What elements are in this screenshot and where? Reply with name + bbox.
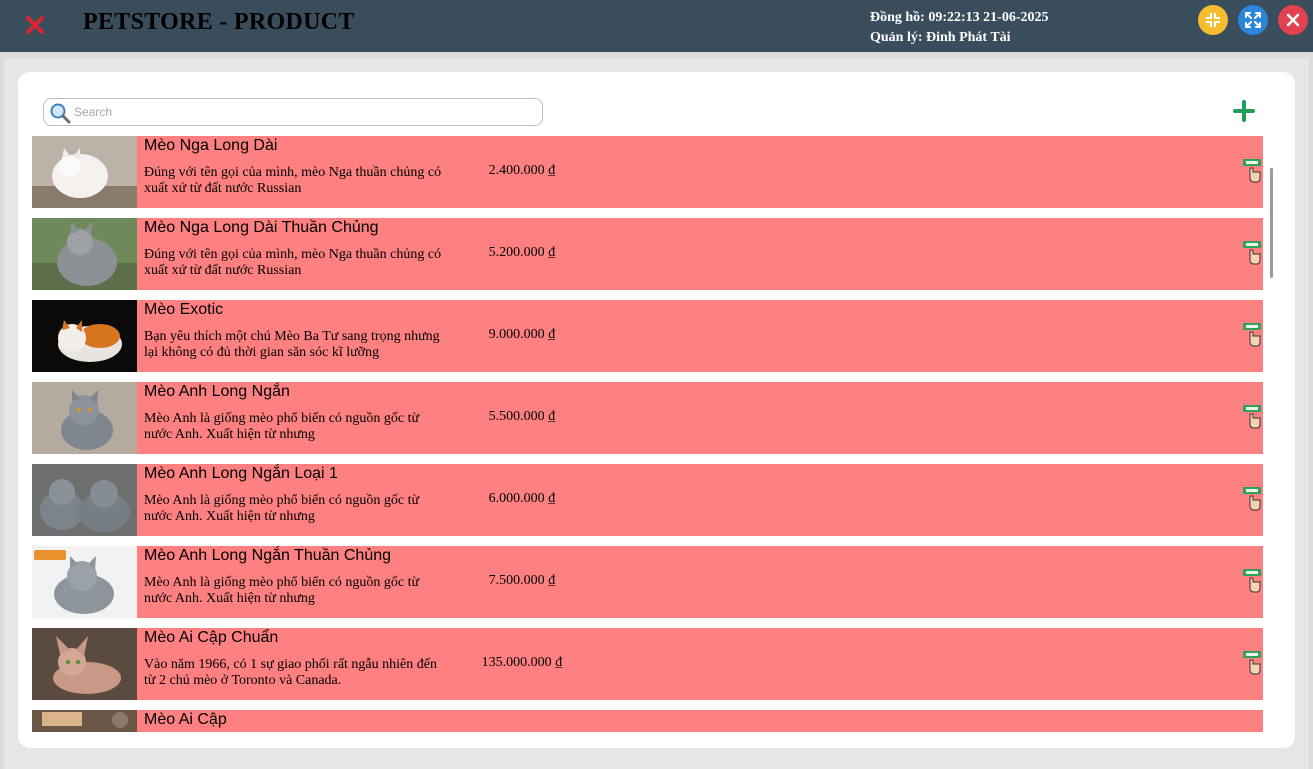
- list-scrollbar[interactable]: [1270, 168, 1273, 278]
- product-name: Mèo Anh Long Ngắn Loại 1: [144, 465, 338, 482]
- product-name: Mèo Anh Long Ngắn: [144, 383, 290, 400]
- product-description: Đúng với tên gọi của mình, mèo Nga thuần…: [144, 247, 442, 278]
- product-description: Mèo Anh là giống mèo phổ biến có nguồn g…: [144, 411, 420, 442]
- clock-panel: Đồng hồ: 09:22:13 21-06-2025 Quản lý: Đi…: [870, 8, 1049, 48]
- product-price: 5.200.000 ₫: [488, 245, 556, 260]
- add-product-button[interactable]: [1233, 100, 1255, 122]
- title-bar: PETSTORE - PRODUCT Đồng hồ: 09:22:13 21-…: [0, 0, 1313, 52]
- product-thumbnail: [32, 628, 137, 700]
- product-thumbnail: [32, 464, 137, 536]
- window-close-button[interactable]: [1278, 5, 1308, 35]
- clock-label: Đồng hồ:: [870, 10, 925, 25]
- search-icon: [50, 103, 71, 124]
- search-input[interactable]: [74, 102, 534, 122]
- manager-line: Quản lý: Đinh Phát Tài: [870, 28, 1049, 48]
- search-box[interactable]: [43, 98, 543, 126]
- product-row[interactable]: Mèo Exotic Bạn yêu thích một chú Mèo Ba …: [32, 300, 1263, 372]
- clock-line: Đồng hồ: 09:22:13 21-06-2025: [870, 8, 1049, 28]
- product-name: Mèo Anh Long Ngắn Thuần Chủng: [144, 547, 392, 564]
- product-description: Đúng với tên gọi của mình, mèo Nga thuần…: [144, 165, 442, 196]
- product-description: Mèo Anh là giống mèo phổ biến có nguồn g…: [144, 493, 420, 524]
- product-price: 6.000.000 ₫: [488, 491, 556, 506]
- manager-label: Quản lý:: [870, 30, 923, 45]
- maximize-button[interactable]: [1238, 5, 1268, 35]
- minimize-icon: [1206, 13, 1220, 27]
- sell-hand-icon[interactable]: [1242, 568, 1262, 594]
- product-row[interactable]: Mèo Ai Cập: [32, 710, 1263, 732]
- product-price: 9.000.000 ₫: [488, 327, 556, 342]
- product-price: 135.000.000 ₫: [481, 655, 563, 670]
- product-row[interactable]: Mèo Nga Long Dài Đúng với tên gọi của mì…: [32, 136, 1263, 208]
- sell-hand-icon[interactable]: [1242, 650, 1262, 676]
- product-row[interactable]: Mèo Nga Long Dài Thuần Chủng Đúng với tê…: [32, 218, 1263, 290]
- product-thumbnail: [32, 710, 137, 732]
- product-name: Mèo Nga Long Dài: [144, 137, 278, 154]
- product-price: 2.400.000 ₫: [488, 163, 556, 178]
- product-description: Vào năm 1966, có 1 sự giao phối rất ngẫu…: [144, 657, 437, 688]
- sell-hand-icon[interactable]: [1242, 322, 1262, 348]
- product-thumbnail: [32, 300, 137, 372]
- sell-hand-icon[interactable]: [1242, 158, 1262, 184]
- minimize-button[interactable]: [1198, 5, 1228, 35]
- product-price: 7.500.000 ₫: [488, 573, 556, 588]
- maximize-icon: [1245, 12, 1261, 28]
- product-list: Mèo Nga Long Dài Đúng với tên gọi của mì…: [32, 136, 1263, 732]
- product-thumbnail: [32, 218, 137, 290]
- app-title: PETSTORE - PRODUCT: [83, 9, 355, 35]
- product-price: 5.500.000 ₫: [488, 409, 556, 424]
- product-description: Mèo Anh là giống mèo phổ biến có nguồn g…: [144, 575, 420, 606]
- close-x-icon[interactable]: [22, 12, 48, 38]
- product-row[interactable]: Mèo Anh Long Ngắn Mèo Anh là giống mèo p…: [32, 382, 1263, 454]
- product-name: Mèo Nga Long Dài Thuần Chủng: [144, 219, 379, 236]
- product-thumbnail: [32, 546, 137, 618]
- product-row[interactable]: Mèo Anh Long Ngắn Thuần Chủng Mèo Anh là…: [32, 546, 1263, 618]
- sell-hand-icon[interactable]: [1242, 486, 1262, 512]
- manager-value: Đinh Phát Tài: [926, 30, 1011, 45]
- window-close-icon: [1286, 13, 1300, 27]
- product-row[interactable]: Mèo Anh Long Ngắn Loại 1 Mèo Anh là giốn…: [32, 464, 1263, 536]
- product-name: Mèo Ai Cập: [144, 711, 227, 728]
- product-name: Mèo Ai Cập Chuẩn: [144, 629, 279, 646]
- product-row[interactable]: Mèo Ai Cập Chuẩn Vào năm 1966, có 1 sự g…: [32, 628, 1263, 700]
- product-name: Mèo Exotic: [144, 301, 224, 318]
- product-thumbnail: [32, 382, 137, 454]
- sell-hand-icon[interactable]: [1242, 404, 1262, 430]
- product-description: Bạn yêu thích một chú Mèo Ba Tư sang trọ…: [144, 329, 440, 360]
- product-thumbnail: [32, 136, 137, 208]
- clock-value: 09:22:13 21-06-2025: [928, 10, 1049, 25]
- sell-hand-icon[interactable]: [1242, 240, 1262, 266]
